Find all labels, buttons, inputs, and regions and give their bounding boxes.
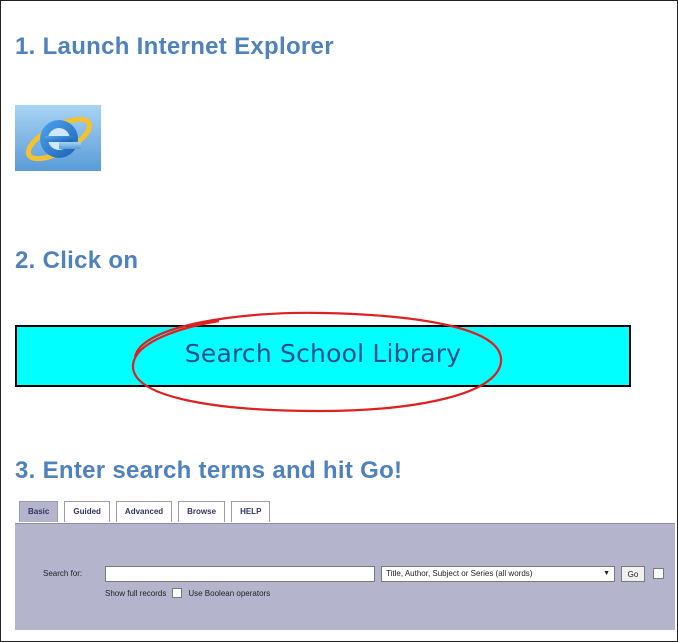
instruction-sheet: 1. Launch Internet Explorer 2. Click on … [0,0,678,642]
tab-basic[interactable]: Basic [19,501,59,522]
catalog-search-panel: Basic Guided Advanced Browse HELP Search… [15,497,675,630]
search-tabs: Basic Guided Advanced Browse HELP [19,501,271,523]
dropdown-arrow-icon: ▼ [603,570,610,577]
step-2-heading: 2. Click on [15,247,139,274]
search-school-library-label: Search School Library [184,339,462,368]
show-full-records-label: Show full records [105,588,167,598]
search-school-library-link[interactable]: Search School Library [15,325,631,387]
search-for-label: Search for: [43,569,83,578]
step-1-heading: 1. Launch Internet Explorer [15,33,334,60]
go-button[interactable]: Go [621,566,645,582]
use-boolean-checkbox[interactable] [172,588,183,598]
use-boolean-label: Use Boolean operators [188,588,271,598]
extra-checkbox[interactable] [653,568,664,579]
search-options: Show full records Use Boolean operators [105,588,270,598]
step-3-heading: 3. Enter search terms and hit Go! [15,457,403,484]
search-form: Search for: Title, Author, Subject or Se… [15,523,675,630]
internet-explorer-icon[interactable] [15,105,101,171]
tab-guided[interactable]: Guided [64,501,110,522]
tab-help[interactable]: HELP [231,501,271,522]
search-input[interactable] [105,566,375,582]
tab-advanced[interactable]: Advanced [115,501,173,522]
search-field-select-value: Title, Author, Subject or Series (all wo… [386,569,533,578]
tab-browse[interactable]: Browse [178,501,226,522]
search-field-select[interactable]: Title, Author, Subject or Series (all wo… [381,566,615,582]
